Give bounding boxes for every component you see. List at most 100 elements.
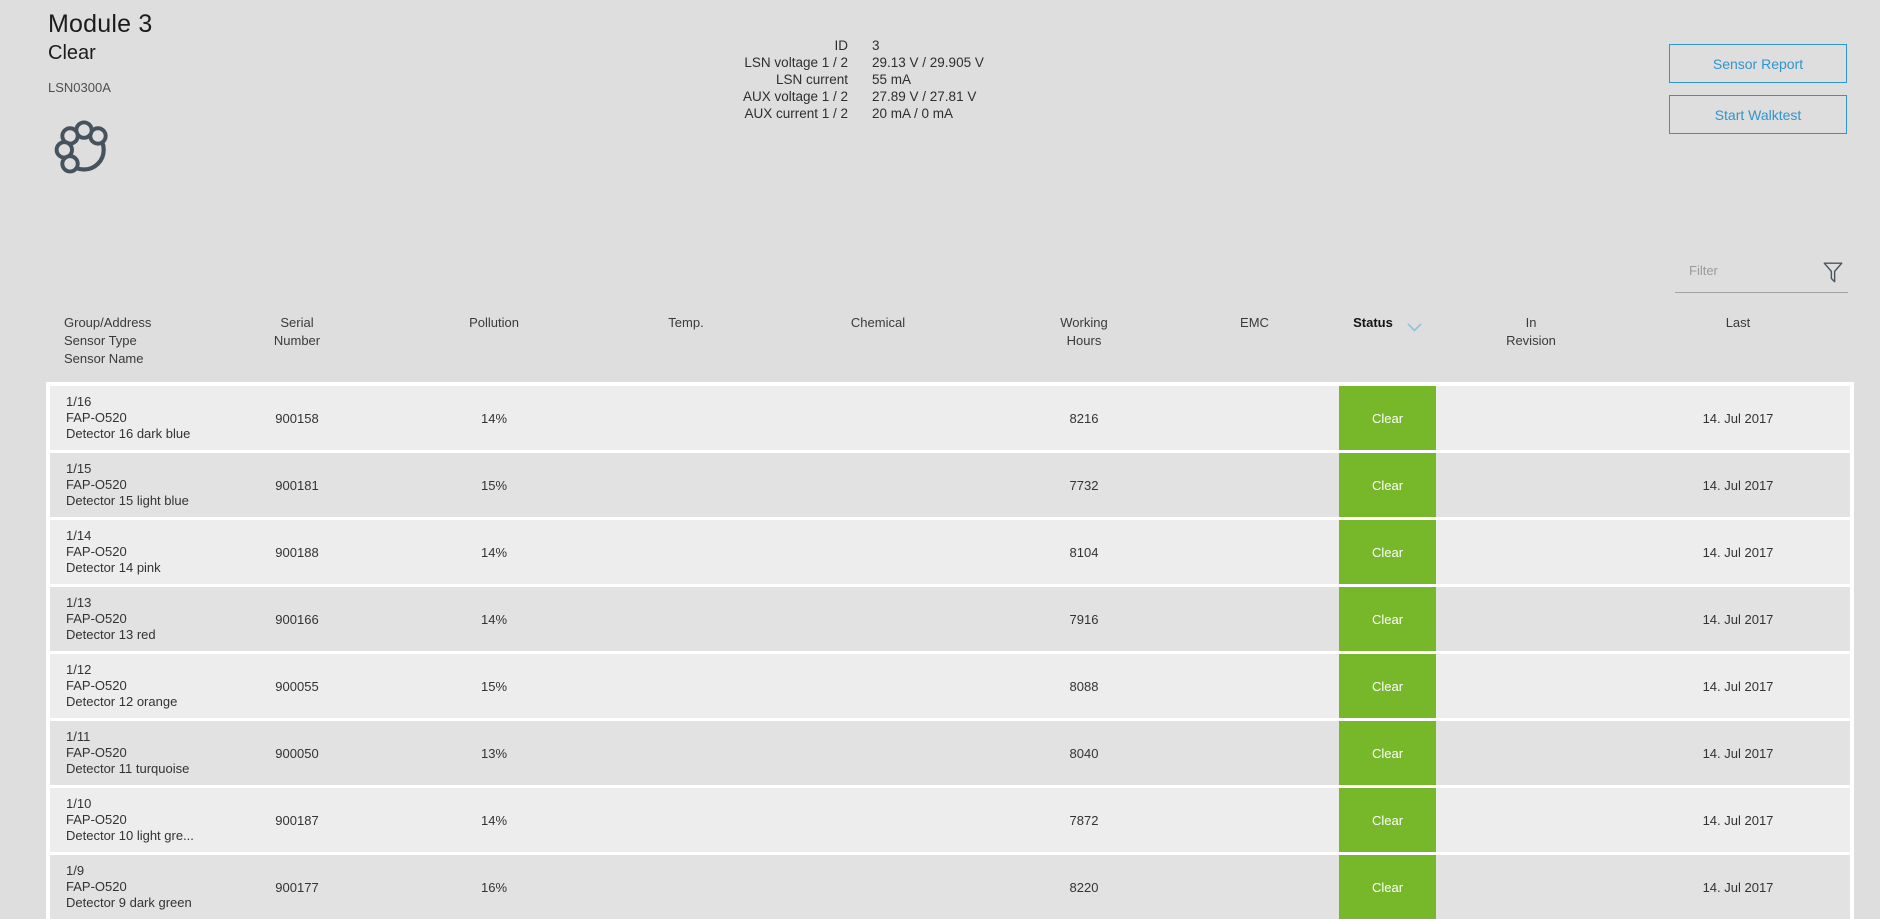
cell-revision xyxy=(1436,654,1626,718)
column-header-revision[interactable]: InRevision xyxy=(1436,314,1626,368)
cell-revision xyxy=(1436,788,1626,852)
cell-serial: 900055 xyxy=(220,654,374,718)
table-row[interactable]: 1/10FAP-O520Detector 10 light gre...9001… xyxy=(50,788,1850,852)
cell-chemical xyxy=(758,855,998,919)
cell-hours: 8216 xyxy=(998,386,1170,450)
column-header-hours[interactable]: WorkingHours xyxy=(998,314,1170,368)
cell-hours: 7916 xyxy=(998,587,1170,651)
status-badge: Clear xyxy=(1339,855,1436,919)
cell-hours: 7872 xyxy=(998,788,1170,852)
cell-temp xyxy=(614,453,758,517)
cell-revision xyxy=(1436,855,1626,919)
cell-sensor-identity: 1/9FAP-O520Detector 9 dark green xyxy=(50,855,220,919)
column-header-chemical[interactable]: Chemical xyxy=(758,314,998,368)
cell-last: 14. Jul 2017 xyxy=(1626,520,1850,584)
cell-temp xyxy=(614,721,758,785)
column-header-status[interactable]: Status xyxy=(1339,314,1436,368)
info-label: AUX current 1 / 2 xyxy=(600,105,848,122)
column-header-group[interactable]: Group/AddressSensor TypeSensor Name xyxy=(50,314,220,368)
cell-chemical xyxy=(758,587,998,651)
column-header-label: Last xyxy=(1626,314,1850,332)
column-header-pollution[interactable]: Pollution xyxy=(374,314,614,368)
page-title: Module 3 xyxy=(48,10,152,39)
sensor-group-address: 1/16 xyxy=(66,394,220,410)
info-value: 55 mA xyxy=(872,71,984,88)
cell-emc xyxy=(1170,654,1339,718)
table-row[interactable]: 1/12FAP-O520Detector 12 orange90005515%8… xyxy=(50,654,1850,718)
cell-revision xyxy=(1436,520,1626,584)
cell-sensor-identity: 1/12FAP-O520Detector 12 orange xyxy=(50,654,220,718)
cell-chemical xyxy=(758,788,998,852)
cell-hours: 8104 xyxy=(998,520,1170,584)
info-label: AUX voltage 1 / 2 xyxy=(600,88,848,105)
column-header-label: Group/Address xyxy=(64,314,220,332)
cell-sensor-identity: 1/11FAP-O520Detector 11 turquoise xyxy=(50,721,220,785)
column-header-label: Temp. xyxy=(614,314,758,332)
info-value: 27.89 V / 27.81 V xyxy=(872,88,984,105)
column-header-label: Revision xyxy=(1436,332,1626,350)
lsn-loop-icon xyxy=(54,116,114,178)
status-badge: Clear xyxy=(1339,453,1436,517)
cell-chemical xyxy=(758,654,998,718)
sensor-type: FAP-O520 xyxy=(66,678,220,694)
column-header-last[interactable]: Last xyxy=(1626,314,1850,368)
info-label: LSN voltage 1 / 2 xyxy=(600,54,848,71)
filter-funnel-icon[interactable] xyxy=(1822,261,1844,285)
cell-temp xyxy=(614,855,758,919)
table-row[interactable]: 1/15FAP-O520Detector 15 light blue900181… xyxy=(50,453,1850,517)
column-header-label: Number xyxy=(220,332,374,350)
cell-emc xyxy=(1170,721,1339,785)
cell-serial: 900166 xyxy=(220,587,374,651)
table-header-row: Group/AddressSensor TypeSensor NameSeria… xyxy=(50,314,1850,368)
column-header-label: Sensor Name xyxy=(64,350,220,368)
table-row[interactable]: 1/13FAP-O520Detector 13 red90016614%7916… xyxy=(50,587,1850,651)
cell-emc xyxy=(1170,587,1339,651)
cell-serial: 900187 xyxy=(220,788,374,852)
cell-hours: 7732 xyxy=(998,453,1170,517)
sensor-name: Detector 9 dark green xyxy=(66,895,220,911)
column-header-temp[interactable]: Temp. xyxy=(614,314,758,368)
sensor-group-address: 1/14 xyxy=(66,528,220,544)
cell-emc xyxy=(1170,386,1339,450)
sort-chevron-down-icon[interactable] xyxy=(1407,319,1422,328)
cell-last: 14. Jul 2017 xyxy=(1626,386,1850,450)
cell-last: 14. Jul 2017 xyxy=(1626,788,1850,852)
cell-pollution: 14% xyxy=(374,587,614,651)
module-info-list: ID3LSN voltage 1 / 229.13 V / 29.905 VLS… xyxy=(600,37,984,122)
start-walktest-button[interactable]: Start Walktest xyxy=(1669,95,1847,134)
column-header-label: Chemical xyxy=(758,314,998,332)
column-header-emc[interactable]: EMC xyxy=(1170,314,1339,368)
cell-serial: 900158 xyxy=(220,386,374,450)
module-model: LSN0300A xyxy=(48,80,152,95)
cell-pollution: 14% xyxy=(374,788,614,852)
cell-temp xyxy=(614,587,758,651)
column-header-label: Hours xyxy=(998,332,1170,350)
column-header-label: Working xyxy=(998,314,1170,332)
status-badge: Clear xyxy=(1339,654,1436,718)
cell-emc xyxy=(1170,520,1339,584)
cell-pollution: 16% xyxy=(374,855,614,919)
sensor-table-body: 1/16FAP-O520Detector 16 dark blue9001581… xyxy=(46,382,1854,919)
table-row[interactable]: 1/11FAP-O520Detector 11 turquoise9000501… xyxy=(50,721,1850,785)
column-header-serial[interactable]: SerialNumber xyxy=(220,314,374,368)
table-row[interactable]: 1/16FAP-O520Detector 16 dark blue9001581… xyxy=(50,386,1850,450)
info-value: 29.13 V / 29.905 V xyxy=(872,54,984,71)
cell-pollution: 15% xyxy=(374,453,614,517)
status-badge: Clear xyxy=(1339,386,1436,450)
sensor-type: FAP-O520 xyxy=(66,879,220,895)
cell-last: 14. Jul 2017 xyxy=(1626,654,1850,718)
cell-serial: 900188 xyxy=(220,520,374,584)
status-badge: Clear xyxy=(1339,788,1436,852)
cell-emc xyxy=(1170,855,1339,919)
column-header-label: Serial xyxy=(220,314,374,332)
status-badge: Clear xyxy=(1339,587,1436,651)
sensor-report-button[interactable]: Sensor Report xyxy=(1669,44,1847,83)
cell-revision xyxy=(1436,386,1626,450)
cell-sensor-identity: 1/14FAP-O520Detector 14 pink xyxy=(50,520,220,584)
module-header: Module 3 Clear LSN0300A xyxy=(48,10,152,95)
cell-revision xyxy=(1436,453,1626,517)
cell-hours: 8220 xyxy=(998,855,1170,919)
table-row[interactable]: 1/14FAP-O520Detector 14 pink90018814%810… xyxy=(50,520,1850,584)
table-row[interactable]: 1/9FAP-O520Detector 9 dark green90017716… xyxy=(50,855,1850,919)
sensor-name: Detector 12 orange xyxy=(66,694,220,710)
